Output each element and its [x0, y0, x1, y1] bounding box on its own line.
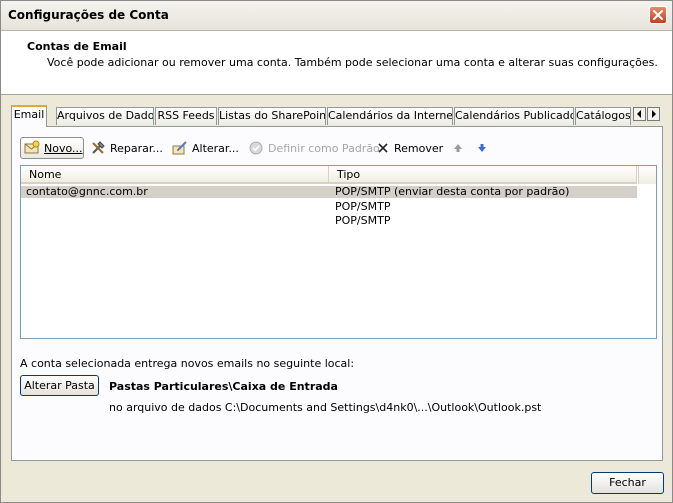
account-row[interactable]: POP/SMTP — [21, 201, 637, 213]
change-button[interactable]: Alterar... — [172, 137, 239, 159]
tab-scroll-right[interactable] — [647, 107, 660, 121]
set-default-button[interactable]: Definir como Padrão — [248, 137, 380, 159]
header-description: Você pode adicionar ou remover uma conta… — [47, 56, 658, 69]
tab-scroll-left[interactable] — [633, 107, 646, 121]
tab-label: Calendários Publicados — [455, 109, 574, 122]
tab-label: Email — [13, 108, 45, 121]
close-icon — [653, 10, 663, 20]
repair-button[interactable]: Reparar... — [90, 137, 163, 159]
tab-email[interactable]: Email — [11, 105, 47, 127]
account-row[interactable]: contato@gnnc.com.br POP/SMTP (enviar des… — [21, 186, 637, 198]
account-type: POP/SMTP (enviar desta conta por padrão) — [335, 185, 570, 198]
remove-button[interactable]: Remover — [376, 137, 443, 159]
arrow-right-icon — [652, 110, 656, 118]
column-header-name[interactable]: Nome — [21, 166, 329, 184]
new-account-label: Novo... — [44, 141, 83, 155]
column-header-type[interactable]: Tipo — [329, 166, 637, 184]
tab-label: Arquivos de Dados — [57, 109, 154, 122]
new-mail-icon — [24, 140, 40, 154]
delivery-folder-path: no arquivo de dados C:\Documents and Set… — [109, 401, 542, 414]
dialog-header: Contas de Email Você pode adicionar ou r… — [1, 31, 672, 95]
remove-label: Remover — [394, 141, 444, 155]
arrow-down-icon — [478, 144, 486, 152]
remove-x-icon — [378, 143, 388, 153]
tab-internet-calendars[interactable]: Calendários da Internet — [327, 107, 453, 125]
tab-data-files[interactable]: Arquivos de Dados — [56, 107, 154, 125]
tab-rss-feeds[interactable]: RSS Feeds — [155, 107, 217, 125]
column-name-label: Nome — [29, 168, 62, 181]
set-default-label: Definir como Padrão — [268, 141, 380, 155]
tab-label: Listas do SharePoint — [219, 109, 326, 122]
change-folder-button[interactable]: Alterar Pasta — [20, 375, 99, 396]
move-down-button[interactable] — [476, 137, 492, 159]
tab-sharepoint-lists[interactable]: Listas do SharePoint — [218, 107, 326, 125]
email-tab-panel: Novo... Reparar... Alterar... Definir co… — [11, 126, 663, 461]
new-account-button[interactable]: Novo... — [20, 137, 84, 159]
change-label: Alterar... — [192, 141, 239, 155]
arrow-up-icon — [454, 144, 462, 152]
tab-label: RSS Feeds — [157, 109, 215, 122]
close-dialog-button[interactable]: Fechar — [591, 472, 664, 494]
list-scrollbar-corner — [638, 166, 656, 184]
account-type: POP/SMTP — [335, 200, 391, 213]
tab-catalogs[interactable]: Catálogos — [575, 107, 631, 125]
check-circle-icon — [249, 141, 263, 155]
tab-published-calendars[interactable]: Calendários Publicados — [454, 107, 574, 125]
arrow-left-icon — [637, 110, 641, 118]
window-close-button[interactable] — [649, 6, 667, 24]
account-name: contato@gnnc.com.br — [26, 185, 148, 198]
header-title: Contas de Email — [27, 40, 127, 53]
move-up-button[interactable] — [452, 137, 468, 159]
title-bar[interactable]: Configurações de Conta — [1, 1, 672, 31]
delivery-folder-name: Pastas Particulares\Caixa de Entrada — [109, 380, 338, 393]
accounts-list[interactable]: Nome Tipo contato@gnnc.com.br POP/SMTP (… — [20, 165, 657, 339]
repair-tools-icon — [92, 141, 105, 154]
repair-label: Reparar... — [110, 141, 163, 155]
tab-label: Calendários da Internet — [328, 109, 453, 122]
tab-label: Catálogos — [576, 109, 631, 122]
window-title: Configurações de Conta — [8, 8, 169, 22]
delivery-location-label: A conta selecionada entrega novos emails… — [20, 357, 355, 370]
tab-strip: Email Arquivos de Dados RSS Feeds Listas… — [11, 105, 664, 127]
change-settings-icon — [172, 141, 187, 155]
account-row[interactable]: POP/SMTP — [21, 215, 637, 227]
account-settings-dialog: Configurações de Conta Contas de Email V… — [0, 0, 673, 503]
column-type-label: Tipo — [337, 168, 361, 181]
account-type: POP/SMTP — [335, 214, 391, 227]
